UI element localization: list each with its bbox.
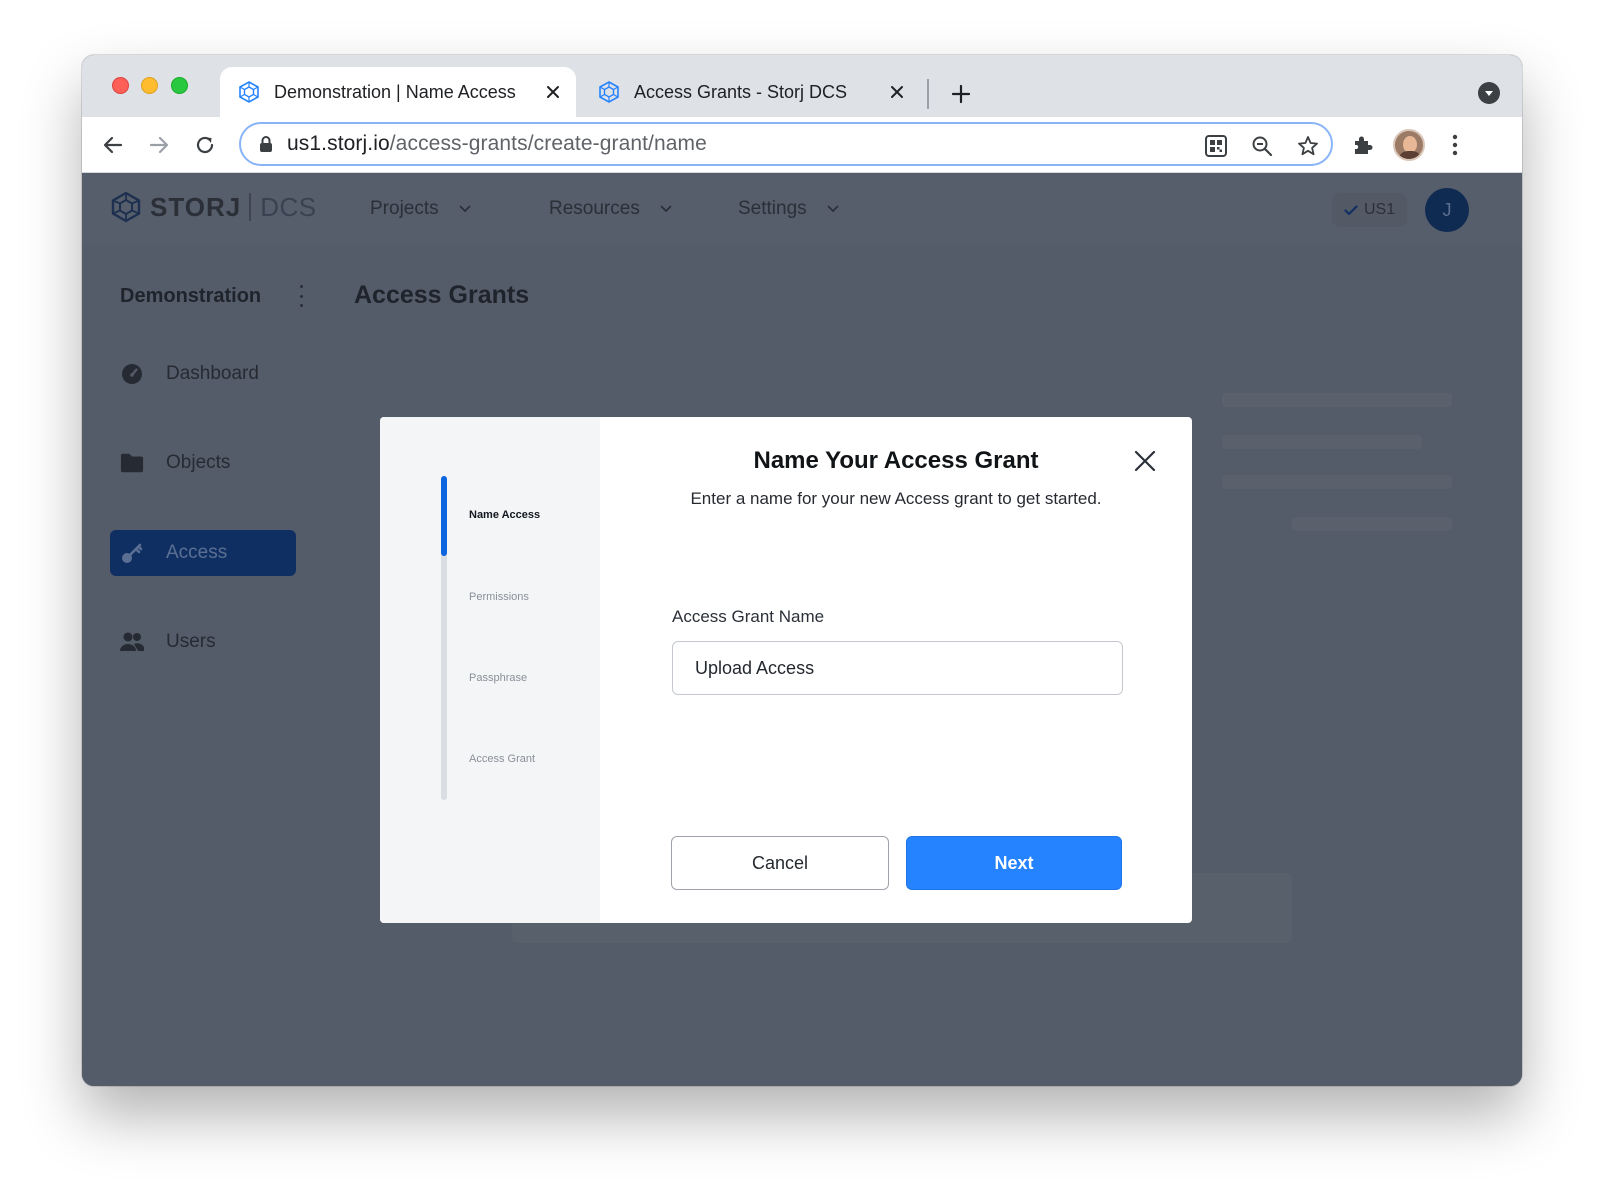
close-tab-icon[interactable]: [886, 81, 908, 103]
app-header: STORJ DCS Projects Resources Settings US…: [82, 173, 1522, 245]
modal-title: Name Your Access Grant: [753, 447, 1039, 474]
create-access-grant-modal: Name Access Permissions Passphrase Acces…: [380, 417, 1192, 923]
address-bar[interactable]: us1.storj.io/access-grants/create-grant/…: [239, 122, 1333, 166]
tab-search-icon[interactable]: [1478, 82, 1500, 104]
nav-label: Resources: [549, 198, 640, 219]
region-selector[interactable]: US1: [1332, 193, 1408, 227]
profile-avatar-icon[interactable]: [1393, 129, 1425, 161]
browser-tab-inactive[interactable]: Access Grants - Storj DCS: [580, 67, 920, 117]
nav-label: Projects: [370, 198, 439, 219]
browser-window: Demonstration | Name Access Access Grant…: [82, 55, 1522, 1086]
nav-settings[interactable]: Settings: [738, 173, 839, 245]
forward-arrow-icon[interactable]: [143, 129, 175, 161]
storj-favicon-icon: [238, 81, 260, 103]
step-access-grant: Access Grant: [469, 753, 536, 765]
sidebar-item-dashboard[interactable]: Dashboard: [110, 351, 296, 397]
sidebar-item-objects[interactable]: Objects: [110, 440, 296, 486]
reload-icon[interactable]: [189, 129, 221, 161]
checkmark-icon: [1344, 204, 1358, 216]
project-options-icon[interactable]: [296, 285, 306, 307]
tab-separator: [927, 79, 929, 109]
modal-content: Name Your Access Grant Enter a name for …: [600, 417, 1192, 923]
sidebar-item-access[interactable]: Access: [110, 530, 296, 576]
placeholder-shape: [1222, 475, 1452, 489]
brand-product: DCS: [260, 191, 317, 222]
step-name-access: Name Access: [469, 509, 541, 521]
storj-favicon-icon: [598, 81, 620, 103]
sidebar-item-label: Users: [166, 631, 216, 652]
minimize-window-button[interactable]: [141, 77, 158, 94]
sidebar-item-label: Objects: [166, 452, 231, 473]
back-arrow-icon[interactable]: [97, 129, 129, 161]
nav-projects[interactable]: Projects: [370, 173, 471, 245]
qr-code-icon[interactable]: [1204, 134, 1228, 158]
progress-indicator: [441, 476, 447, 556]
page-title: Access Grants: [354, 281, 530, 309]
sidebar: Demonstration Dashboard Objects Access U…: [82, 245, 324, 1086]
sidebar-item-label: Access: [166, 542, 228, 563]
folder-icon: [120, 451, 144, 475]
chevron-down-icon: [660, 205, 672, 213]
users-icon: [120, 630, 144, 654]
app-viewport: STORJ DCS Projects Resources Settings US…: [82, 173, 1522, 1086]
zoom-icon[interactable]: [1250, 134, 1274, 158]
cancel-button[interactable]: Cancel: [671, 836, 889, 890]
bookmark-star-icon[interactable]: [1296, 134, 1320, 158]
step-passphrase: Passphrase: [469, 672, 528, 684]
access-grant-name-input[interactable]: [672, 641, 1123, 695]
brand-logo[interactable]: STORJ DCS: [110, 191, 317, 223]
url-path: /access-grants/create-grant/name: [389, 132, 707, 155]
url-host: us1.storj.io: [287, 132, 390, 155]
nav-label: Settings: [738, 198, 807, 219]
close-window-button[interactable]: [112, 77, 129, 94]
step-permissions: Permissions: [469, 591, 529, 603]
next-button[interactable]: Next: [906, 836, 1122, 890]
project-name[interactable]: Demonstration: [120, 285, 261, 308]
tab-title: Demonstration | Name Access: [274, 81, 516, 102]
extensions-puzzle-icon[interactable]: [1347, 129, 1379, 161]
sidebar-item-users[interactable]: Users: [110, 619, 296, 665]
browser-tab-active[interactable]: Demonstration | Name Access: [220, 67, 576, 117]
key-icon: [120, 541, 144, 565]
progress-steps: Name Access Permissions Passphrase Acces…: [380, 417, 600, 923]
brand-name: STORJ: [150, 191, 242, 222]
address-url: us1.storj.io/access-grants/create-grant/…: [287, 132, 707, 156]
close-tab-icon[interactable]: [542, 81, 564, 103]
brand-divider: [249, 193, 252, 221]
close-icon[interactable]: [1132, 448, 1158, 474]
modal-subtitle: Enter a name for your new Access grant t…: [690, 489, 1102, 508]
new-tab-icon[interactable]: [948, 81, 974, 107]
placeholder-shape: [1222, 435, 1422, 449]
dashboard-gauge-icon: [120, 362, 144, 386]
placeholder-shape: [1292, 517, 1452, 531]
placeholder-shape: [1222, 393, 1452, 407]
access-grant-name-label: Access Grant Name: [672, 607, 825, 626]
tab-strip: Demonstration | Name Access Access Grant…: [82, 55, 1522, 117]
chevron-down-icon: [827, 205, 839, 213]
sidebar-item-label: Dashboard: [166, 363, 259, 384]
nav-resources[interactable]: Resources: [549, 173, 672, 245]
tab-title: Access Grants - Storj DCS: [634, 81, 848, 102]
storj-logo-icon: [110, 191, 142, 223]
chevron-down-icon: [459, 205, 471, 213]
browser-menu-icon[interactable]: [1439, 129, 1471, 161]
browser-toolbar: us1.storj.io/access-grants/create-grant/…: [82, 117, 1522, 173]
lock-icon: [259, 135, 273, 153]
user-avatar[interactable]: J: [1425, 188, 1469, 232]
maximize-window-button[interactable]: [171, 77, 188, 94]
region-label: US1: [1364, 201, 1396, 218]
